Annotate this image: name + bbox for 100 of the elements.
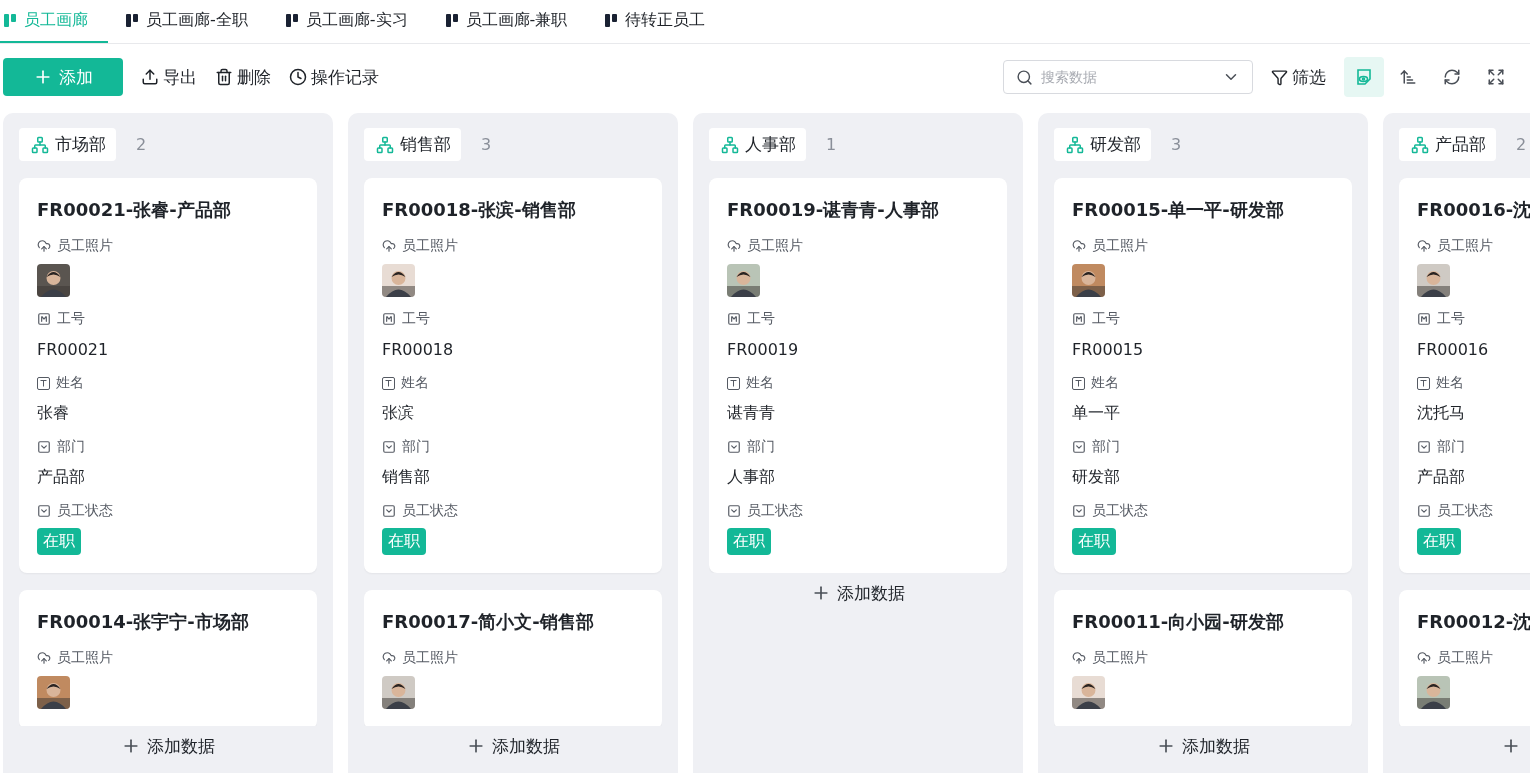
org-chart-icon: [721, 135, 739, 154]
cloud-upload-icon: [37, 239, 51, 253]
toolbar-action[interactable]: 操作记录: [289, 65, 379, 89]
sort-icon: [1399, 68, 1417, 86]
dropdown-field-icon: [382, 440, 396, 454]
filter-icon: [1271, 68, 1288, 86]
toolbar-action[interactable]: 删除: [215, 65, 271, 89]
field-value: FR00018: [382, 338, 455, 361]
employee-card[interactable]: FR00021-张睿-产品部 员工照片 工号 FR00021 姓名 张睿 部门 产品部 员工状态 在职: [19, 178, 317, 573]
field-value: FR00021: [37, 338, 110, 361]
field-label: 员工照片: [747, 237, 803, 255]
field-value: 张睿: [37, 401, 70, 424]
card-title: FR00011-向小园-研发部: [1072, 610, 1285, 634]
dropdown-field-icon: [1417, 440, 1431, 454]
field-label: 姓名: [56, 374, 84, 392]
status-tag: 在职: [1072, 527, 1116, 555]
field-label: 姓名: [1436, 374, 1464, 392]
field-label: 部门: [57, 438, 85, 456]
upload-icon: [141, 68, 159, 86]
field-value: 沈托马: [1417, 401, 1466, 424]
field-label: 员工状态: [1092, 502, 1148, 520]
field-value: 产品部: [37, 465, 86, 488]
text-field-icon: [1072, 376, 1085, 390]
employee-card[interactable]: FR00011-向小园-研发部 员工照片: [1054, 590, 1352, 726]
search-icon: [1016, 68, 1033, 86]
field-label: 员工照片: [402, 649, 458, 667]
card-title: FR00015-单一平-研发部: [1072, 198, 1285, 222]
field-label: 工号: [1437, 310, 1465, 328]
field-label: 工号: [747, 310, 775, 328]
cloud-upload-icon: [727, 239, 741, 253]
number-badge-icon: [1417, 312, 1431, 326]
field-label: 工号: [402, 310, 430, 328]
number-badge-icon: [382, 312, 396, 326]
cloud-upload-icon: [382, 239, 396, 253]
employee-card[interactable]: FR00019-谌青青-人事部 员工照片 工号 FR00019 姓名 谌青青 部门 人事部 员工状态 在职: [709, 178, 1007, 573]
card-title: FR00017-简小文-销售部: [382, 610, 595, 634]
cloud-upload-icon: [382, 651, 396, 665]
trash-icon: [215, 68, 233, 86]
group-name: 市场部: [55, 133, 106, 156]
toolbar-action[interactable]: 导出: [141, 65, 197, 89]
dropdown-field-icon: [727, 504, 741, 518]
field-label: 员工状态: [747, 502, 803, 520]
field-label: 工号: [1092, 310, 1120, 328]
dropdown-field-icon: [1072, 504, 1086, 518]
field-label: 姓名: [1091, 374, 1119, 392]
field-label: 员工状态: [57, 502, 113, 520]
field-label: 部门: [402, 438, 430, 456]
status-tag: 在职: [37, 527, 81, 555]
card-view-icon: [1355, 68, 1373, 86]
cloud-upload-icon: [1072, 651, 1086, 665]
cloud-upload-icon: [37, 651, 51, 665]
card-title: FR00021-张睿-产品部: [37, 198, 232, 222]
field-value: 产品部: [1417, 465, 1466, 488]
card-title: FR00018-张滨-销售部: [382, 198, 577, 222]
group-name: 人事部: [745, 133, 796, 156]
cloud-upload-icon: [1417, 239, 1431, 253]
view-tab[interactable]: 待转正员工: [601, 0, 726, 43]
kanban-icon: [445, 14, 458, 27]
field-value: FR00016: [1417, 338, 1490, 361]
view-tab[interactable]: 员工画廊-全职: [122, 0, 268, 43]
employee-card[interactable]: FR00018-张滨-销售部 员工照片 工号 FR00018 姓名 张滨 部门 销售部 员工状态 在职: [364, 178, 662, 573]
field-label: 员工照片: [1092, 649, 1148, 667]
card-title: FR00014-张宇宁-市场部: [37, 610, 250, 634]
view-tab[interactable]: 员工画廊-兼职: [441, 0, 588, 43]
employee-card[interactable]: FR00014-张宇宁-市场部 员工照片: [19, 590, 317, 726]
cloud-upload-icon: [1417, 651, 1431, 665]
kanban-icon: [605, 14, 618, 27]
number-badge-icon: [727, 312, 741, 326]
employee-card[interactable]: FR00015-单一平-研发部 员工照片 工号 FR00015 姓名 单一平 部门 研发部 员工状态 在职: [1054, 178, 1352, 573]
kanban-icon: [4, 14, 16, 27]
org-chart-icon: [31, 135, 49, 154]
employee-card[interactable]: FR00017-简小文-销售部 员工照片: [364, 590, 662, 726]
clock-icon: [289, 68, 307, 86]
group-name: 研发部: [1090, 133, 1141, 156]
dropdown-field-icon: [382, 504, 396, 518]
field-value: FR00019: [727, 338, 800, 361]
group-count: 3: [481, 135, 492, 154]
org-chart-icon: [376, 135, 394, 154]
group-count: 2: [136, 135, 147, 154]
field-value: 谌青青: [727, 401, 776, 424]
text-field-icon: [1417, 376, 1430, 390]
status-tag: 在职: [382, 527, 426, 555]
org-chart-icon: [1066, 135, 1084, 154]
field-label: 员工照片: [57, 237, 113, 255]
field-label: 部门: [1092, 438, 1120, 456]
dropdown-field-icon: [1072, 440, 1086, 454]
number-badge-icon: [1072, 312, 1086, 326]
kanban-icon: [126, 14, 138, 27]
group-name: 产品部: [1435, 133, 1486, 156]
dropdown-field-icon: [37, 504, 51, 518]
dropdown-field-icon: [37, 440, 51, 454]
field-value: 销售部: [382, 465, 431, 488]
field-label: 员工状态: [1437, 502, 1493, 520]
group-count: 2: [1516, 135, 1527, 154]
card-title: FR00019-谌青青-人事部: [727, 198, 940, 222]
field-label: 员工照片: [1437, 649, 1493, 667]
field-value: 单一平: [1072, 401, 1121, 424]
filter-button[interactable]: 筛选: [1271, 65, 1326, 89]
search-field[interactable]: 搜索数据: [1003, 60, 1253, 94]
view-tab[interactable]: 员工画廊-实习: [281, 0, 428, 43]
